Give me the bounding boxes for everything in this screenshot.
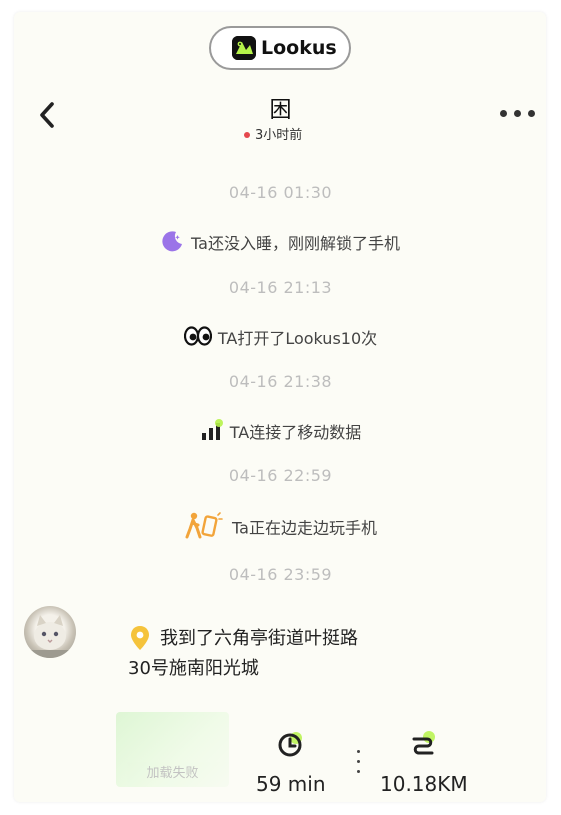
location-message: 我到了六角亭街道叶挺路 xyxy=(128,624,358,650)
timeline-event: Ta正在边走边玩手机 xyxy=(0,511,561,545)
status-dot-icon xyxy=(244,131,250,138)
timeline-event: TA连接了移动数据 xyxy=(0,418,561,448)
walking-phone-icon xyxy=(184,511,226,543)
clock-icon xyxy=(276,730,306,764)
map-thumbnail[interactable]: 加载失败 xyxy=(116,712,229,787)
signal-icon xyxy=(200,418,224,446)
timestamp: 04-16 21:13 xyxy=(228,278,333,297)
timestamp: 04-16 21:38 xyxy=(228,372,333,391)
location-line-1: 我到了六角亭街道叶挺路 xyxy=(160,628,358,649)
eyes-icon xyxy=(183,325,212,350)
lookus-logo-icon xyxy=(232,36,256,60)
last-seen-text: 3小时前 xyxy=(255,128,303,143)
more-menu-button[interactable] xyxy=(498,106,538,122)
distance-value: 10.18KM xyxy=(380,772,468,796)
more-dots-icon xyxy=(500,110,507,117)
route-icon xyxy=(408,730,438,764)
location-line-2: 30号施南阳光城 xyxy=(128,658,259,679)
timeline-event-text: TA打开了Lookus10次 xyxy=(217,329,378,348)
timeline-event-text: Ta正在边走边玩手机 xyxy=(232,518,377,538)
app-name: Lookus xyxy=(261,37,337,59)
avatar[interactable] xyxy=(24,606,76,658)
timeline-event-text: Ta还没入睡，刚刚解锁了手机 xyxy=(191,234,400,253)
timeline-event-text: TA连接了移动数据 xyxy=(229,423,362,442)
duration-value: 59 min xyxy=(256,772,326,796)
last-seen-status: 3小时前 xyxy=(244,124,302,143)
map-load-failed-text: 加载失败 xyxy=(146,766,199,781)
app-badge[interactable]: Lookus xyxy=(209,26,351,70)
timestamp: 04-16 01:30 xyxy=(228,183,333,202)
moon-icon xyxy=(161,229,185,257)
timeline-event: Ta还没入睡，刚刚解锁了手机 xyxy=(0,230,561,259)
timestamp: 04-16 23:59 xyxy=(228,565,333,584)
page-title: 困 xyxy=(269,98,292,123)
timeline-event: TA打开了Lookus10次 xyxy=(0,325,561,352)
timestamp: 04-16 22:59 xyxy=(228,466,333,485)
